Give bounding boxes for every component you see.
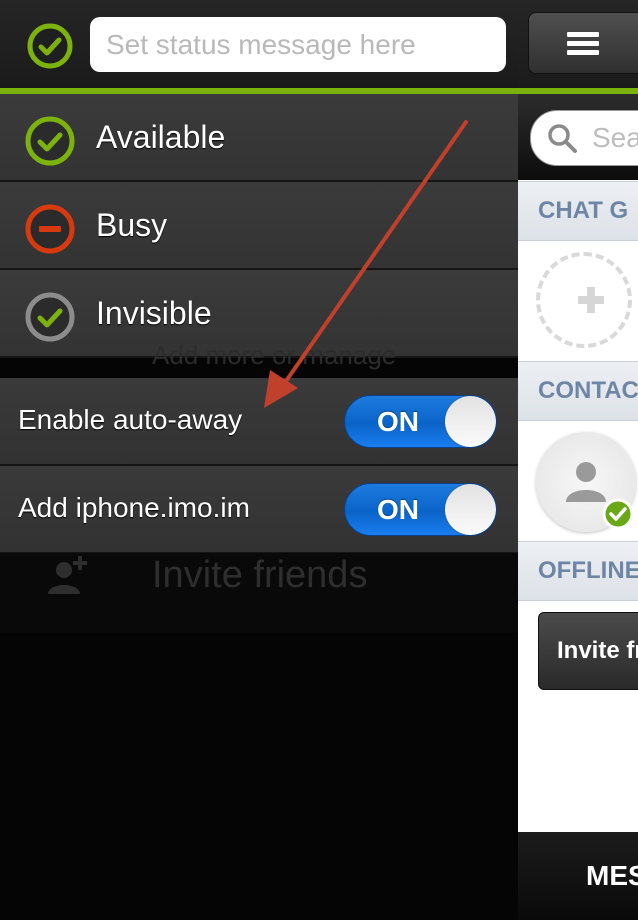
status-message-input[interactable] (90, 17, 506, 72)
invite-button-label: Invite fr (557, 637, 638, 664)
available-check-icon[interactable] (26, 22, 73, 69)
invite-friends-button[interactable]: Invite fr (538, 612, 638, 690)
add-iphone-toggle[interactable]: ON (344, 483, 497, 536)
toggle-knob (445, 396, 496, 447)
section-title: OFFLINE (538, 557, 638, 584)
add-person-icon (48, 556, 87, 594)
add-iphone-label: Add iphone.imo.im (18, 492, 250, 523)
hamburger-icon (567, 41, 599, 46)
search-icon (548, 124, 577, 153)
toggle-state-text: ON (377, 494, 419, 525)
hamburger-icon (567, 32, 599, 37)
auto-away-row: Enable auto-away ON (0, 378, 518, 466)
toggle-state-text: ON (377, 406, 419, 437)
status-top-bar (0, 0, 518, 88)
plus-icon (578, 287, 604, 313)
status-option-label: Available (96, 119, 226, 155)
menu-button[interactable] (528, 12, 638, 74)
online-check-icon (602, 498, 634, 530)
tab-messages[interactable]: MES (586, 832, 638, 920)
chat-groups-header: CHAT G (518, 181, 638, 241)
offline-header: OFFLINE (518, 541, 638, 601)
toggle-knob (445, 484, 496, 535)
invisible-check-icon (24, 291, 75, 342)
bottom-tab-bar: MES (518, 832, 638, 920)
auto-away-label: Enable auto-away (18, 404, 243, 435)
status-option-label: Busy (96, 207, 168, 243)
busy-minus-icon (24, 203, 75, 254)
status-option-available[interactable]: Available (0, 94, 518, 182)
add-iphone-row: Add iphone.imo.im ON (0, 466, 518, 554)
invite-friends-label: Invite friends (152, 554, 368, 596)
auto-away-toggle[interactable]: ON (344, 395, 497, 448)
main-panel: Sea CHAT G CONTAC OFFLINE Invite fr MES (518, 0, 638, 920)
contacts-header: CONTAC (518, 361, 638, 421)
section-title: CONTAC (538, 377, 638, 404)
hamburger-icon (567, 50, 599, 55)
main-top-bar (518, 0, 638, 88)
search-placeholder: Sea (592, 122, 638, 153)
status-panel: Available Busy Invisible Add more or man… (0, 0, 518, 920)
status-option-busy[interactable]: Busy (0, 182, 518, 270)
available-check-icon (24, 115, 75, 166)
section-title: CHAT G (538, 197, 629, 224)
manage-accounts-label: Add more or manage (152, 340, 397, 370)
